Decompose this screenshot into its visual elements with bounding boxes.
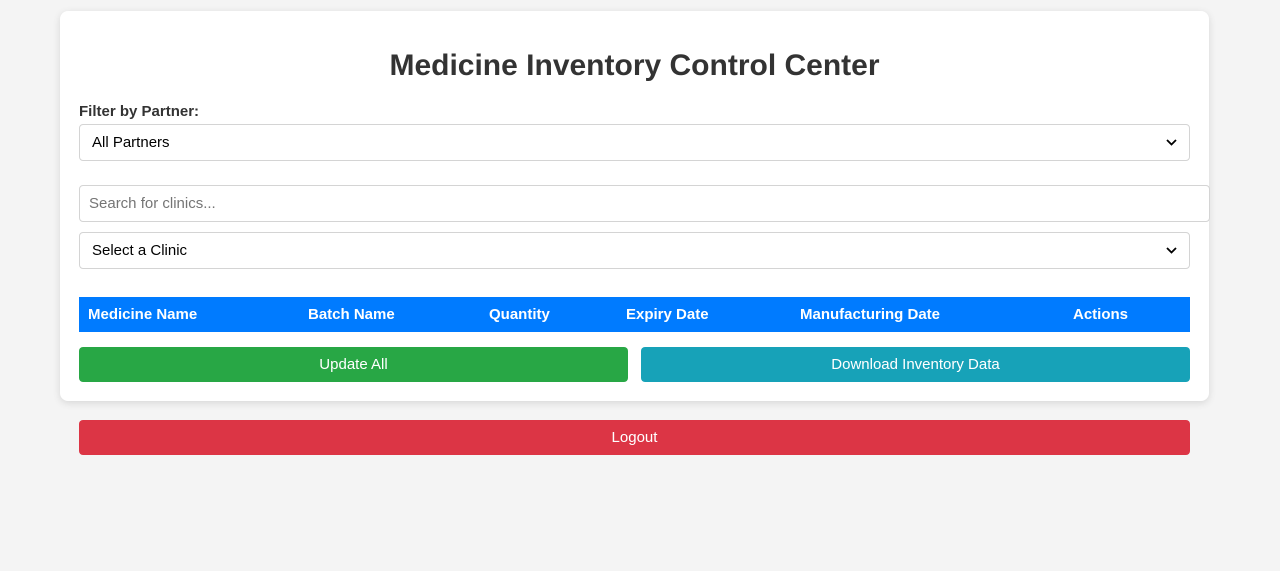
partner-select[interactable]: All Partners	[79, 124, 1190, 161]
column-header-quantity: Quantity	[489, 306, 550, 323]
page-title: Medicine Inventory Control Center	[389, 49, 880, 82]
column-header-medicine-name: Medicine Name	[88, 306, 198, 323]
column-header-manufacturing-date: Manufacturing Date	[800, 306, 941, 323]
partner-select-value: All Partners	[92, 134, 170, 151]
inventory-table-header: Medicine Name Batch Name Quantity Expiry…	[79, 297, 1190, 332]
update-all-button[interactable]: Update All	[79, 347, 628, 382]
clinic-search-input[interactable]	[79, 185, 1210, 222]
column-header-actions: Actions	[1073, 306, 1129, 323]
chevron-down-icon	[1165, 245, 1177, 257]
column-header-batch-name: Batch Name	[308, 306, 395, 323]
partner-filter-label: Filter by Partner:	[79, 103, 200, 120]
inventory-card: Medicine Inventory Control Center Filter…	[60, 11, 1210, 401]
chevron-down-icon	[1165, 137, 1177, 149]
clinic-select-value: Select a Clinic	[92, 242, 188, 259]
logout-button[interactable]: Logout	[79, 420, 1190, 455]
column-header-expiry-date: Expiry Date	[626, 306, 709, 323]
clinic-select[interactable]: Select a Clinic	[79, 232, 1190, 269]
download-inventory-button[interactable]: Download Inventory Data	[641, 347, 1190, 382]
